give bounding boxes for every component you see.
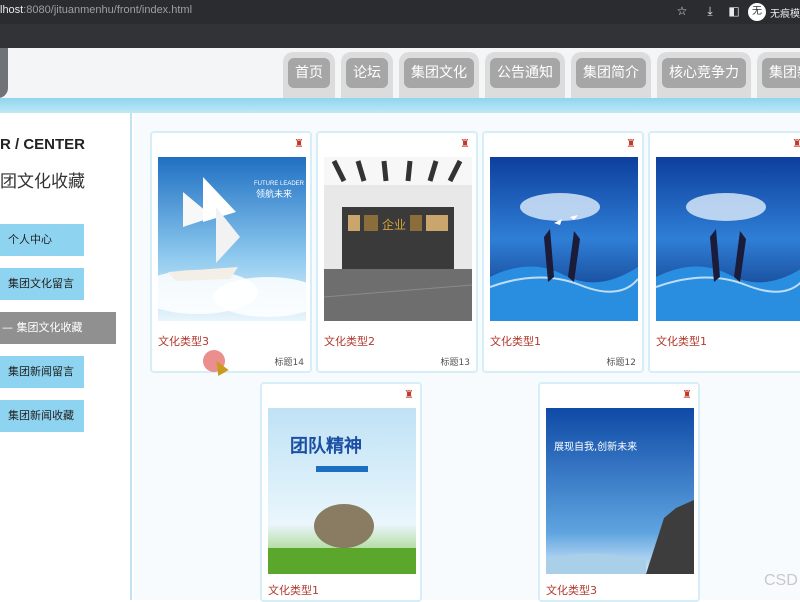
sidebar-item-label: 集团文化留言	[8, 277, 74, 290]
nav-label: 首页	[288, 58, 330, 88]
card-image-hands-wave[interactable]	[490, 157, 638, 321]
url-host: lhost	[0, 4, 24, 16]
favorite-card[interactable]: ♜ 文化类型1 标题12	[482, 131, 644, 373]
card-type[interactable]: 文化类型3	[546, 582, 597, 598]
collect-icon[interactable]: ♜	[404, 388, 414, 401]
address-bar[interactable]: lhost:8080/jituanmenhu/front/index.html	[0, 4, 192, 16]
card-type[interactable]: 文化类型1	[268, 582, 319, 598]
browser-strip	[0, 24, 800, 48]
poster-title: 领航未来	[256, 188, 292, 200]
sidebar-item-news-favorites[interactable]: 集团新闻收藏	[0, 400, 84, 432]
card-type[interactable]: 文化类型2	[324, 333, 375, 349]
poster-title: 团队精神	[290, 435, 362, 457]
side-panel-icon[interactable]: ◧	[726, 3, 742, 19]
sidebar-item-personal-center[interactable]: 个人中心	[0, 224, 84, 256]
card-type[interactable]: 文化类型1	[490, 333, 541, 349]
nav-label: 公告通知	[490, 58, 560, 88]
main-nav: 首页 论坛 集团文化 公告通知 集团简介 核心竞争力 集团新闻	[283, 52, 800, 98]
card-label: 标题14	[274, 358, 304, 368]
card-image-office-wall[interactable]: 企业	[324, 157, 472, 321]
header-divider	[0, 98, 800, 113]
wall-sign: 企业	[382, 217, 406, 232]
collect-icon[interactable]: ♜	[682, 388, 692, 401]
favorite-card[interactable]: ♜ 团队精神 文化类型1	[260, 382, 422, 602]
sidebar-title-cn: 团文化收藏	[0, 172, 85, 192]
poster-title: 展现自我,创新未来	[554, 440, 637, 453]
card-image-sailing-ship[interactable]: FUTURE LEADER 领航未来	[158, 157, 306, 321]
collect-icon[interactable]: ♜	[294, 137, 304, 150]
card-label: 标题13	[440, 358, 470, 368]
card-label: 标题12	[606, 358, 636, 368]
favorite-card[interactable]: ♜ 企业 文化类型2 标题13	[316, 131, 478, 373]
nav-label: 集团新闻	[762, 58, 800, 88]
nav-item-home[interactable]: 首页	[283, 52, 335, 98]
card-type[interactable]: 文化类型1	[656, 333, 707, 349]
favorite-card[interactable]: ♜ 文化类型1	[648, 131, 800, 373]
nav-label: 集团简介	[576, 58, 646, 88]
card-image-hands-wave[interactable]	[656, 157, 800, 321]
sidebar-title-en: R / CENTER	[0, 136, 86, 153]
sidebar-item-label: — 集团文化收藏	[2, 321, 83, 334]
collect-icon[interactable]: ♜	[792, 137, 800, 150]
nav-item-news[interactable]: 集团新闻	[757, 52, 800, 98]
sidebar-item-culture-messages[interactable]: 集团文化留言	[0, 268, 84, 300]
sidebar-item-culture-favorites[interactable]: — 集团文化收藏	[0, 312, 116, 344]
card-image-team-spirit[interactable]: 团队精神	[268, 408, 416, 574]
sidebar-item-label: 集团新闻留言	[8, 365, 74, 378]
collect-icon[interactable]: ♜	[626, 137, 636, 150]
card-image-show-yourself[interactable]: 展现自我,创新未来	[546, 408, 694, 574]
nav-item-notice[interactable]: 公告通知	[485, 52, 565, 98]
nav-item-forum[interactable]: 论坛	[341, 52, 393, 98]
collect-icon[interactable]: ♜	[460, 137, 470, 150]
watermark: CSD	[764, 572, 798, 589]
nav-label: 论坛	[346, 58, 388, 88]
profile-name[interactable]: 无痕模式	[770, 5, 800, 20]
sidebar-item-label: 个人中心	[8, 233, 52, 246]
download-icon[interactable]: ⤓	[702, 3, 718, 19]
card-type[interactable]: 文化类型3	[158, 333, 209, 349]
profile-avatar[interactable]: 无	[748, 3, 766, 21]
bookmark-star-icon[interactable]: ☆	[674, 3, 690, 19]
nav-item-competitiveness[interactable]: 核心竞争力	[657, 52, 751, 98]
favorite-card[interactable]: ♜ FUTURE LEADER 领航未来 文化类型3 标题14	[150, 131, 312, 373]
sidebar-item-label: 集团新闻收藏	[8, 409, 74, 422]
nav-label: 核心竞争力	[662, 58, 746, 88]
favorite-card[interactable]: ♜ 展现自我,创新未来 文化类型3	[538, 382, 700, 602]
nav-item-culture[interactable]: 集团文化	[399, 52, 479, 98]
browser-toolbar: lhost:8080/jituanmenhu/front/index.html …	[0, 0, 800, 24]
nav-label: 集团文化	[404, 58, 474, 88]
nav-item-intro[interactable]: 集团简介	[571, 52, 651, 98]
logo[interactable]	[0, 48, 8, 98]
poster-caption: FUTURE LEADER	[254, 181, 305, 187]
url-path: :8080/jituanmenhu/front/index.html	[23, 4, 193, 16]
sidebar-item-news-messages[interactable]: 集团新闻留言	[0, 356, 84, 388]
